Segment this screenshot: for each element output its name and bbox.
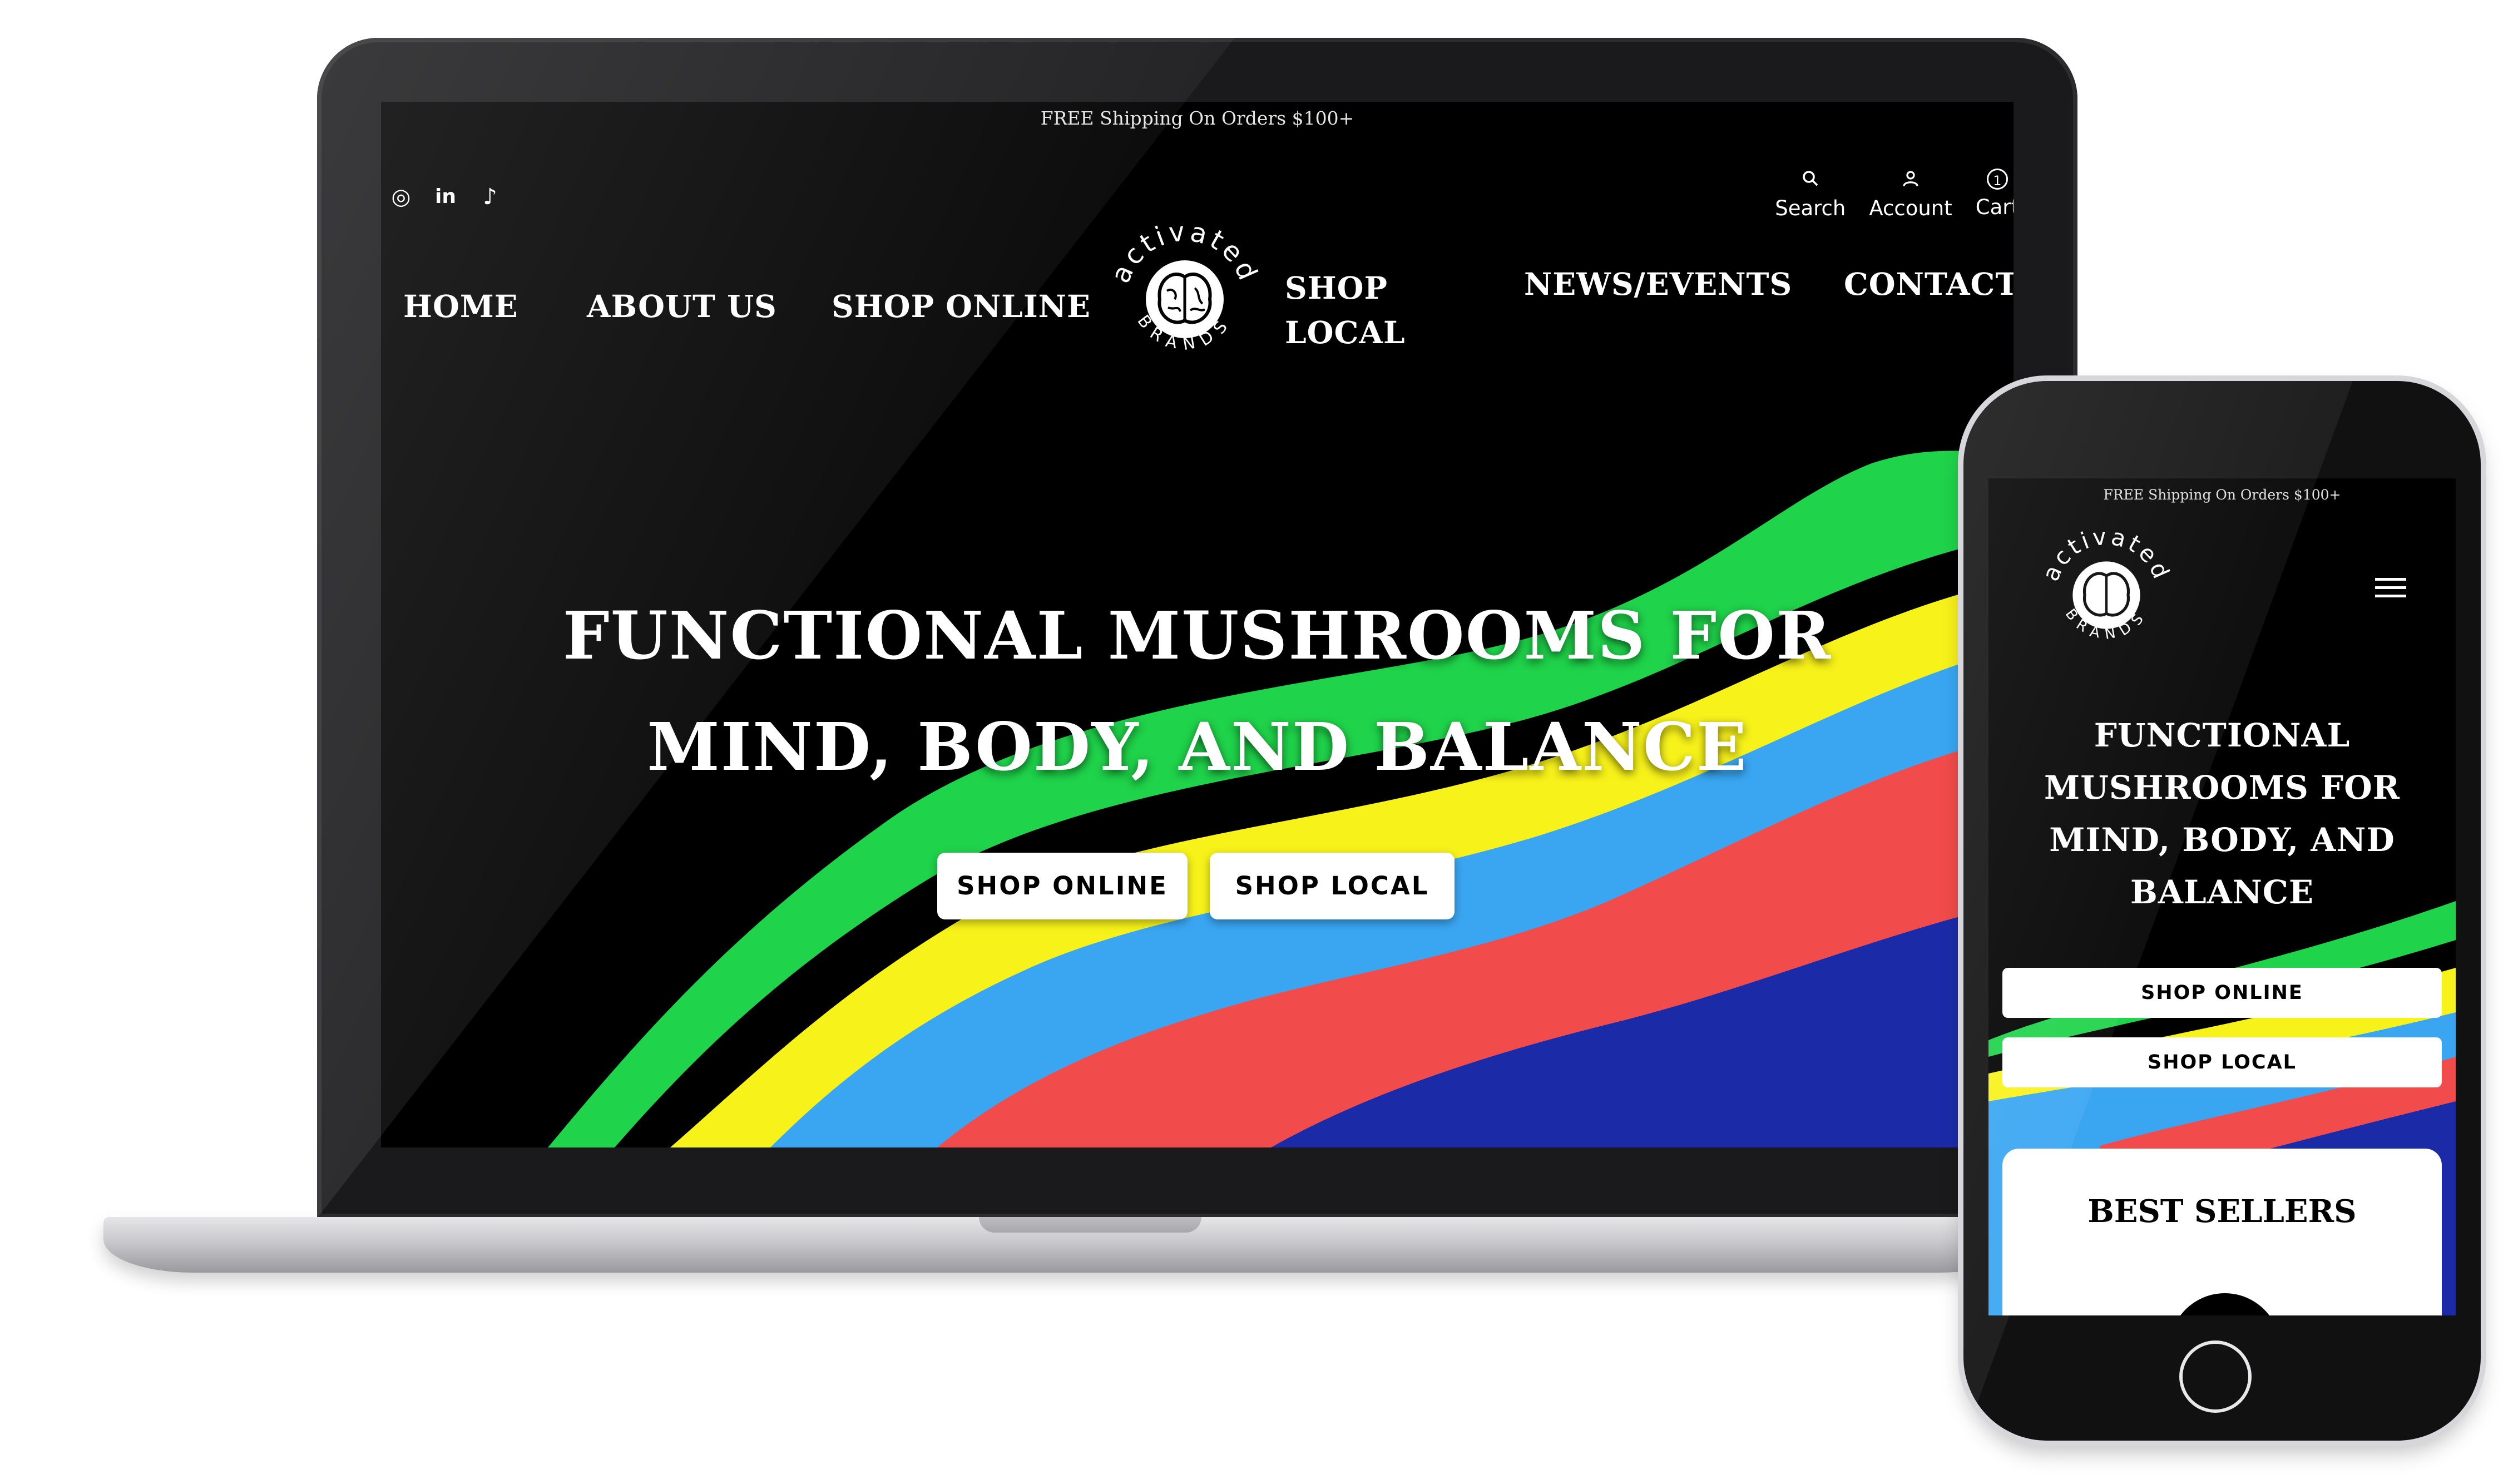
nav-news-events[interactable]: NEWS/EVENTS bbox=[1524, 266, 1792, 302]
mobile-hero-title: FUNCTIONAL MUSHROOMS FOR MIND, BODY, AND… bbox=[1988, 709, 2456, 918]
account-label: Account bbox=[1869, 196, 1952, 220]
cart-link[interactable]: 1 Cart bbox=[1976, 169, 2014, 220]
hero-title: FUNCTIONAL MUSHROOMS FOR MIND, BODY, AND… bbox=[381, 580, 2014, 803]
best-sellers-title: BEST SELLERS bbox=[2087, 1193, 2357, 1230]
laptop-opening-notch bbox=[979, 1217, 1201, 1233]
nav-home[interactable]: HOME bbox=[403, 288, 518, 324]
mobile-shop-local-button[interactable]: SHOP LOCAL bbox=[2002, 1037, 2442, 1087]
social-links: ◎ in ♪ bbox=[389, 185, 502, 209]
mobile-activated-brands-logo[interactable]: activated BRANDS bbox=[2034, 523, 2179, 667]
hero-shop-local-button[interactable]: SHOP LOCAL bbox=[1210, 853, 1455, 919]
nav-about-us[interactable]: ABOUT US bbox=[587, 288, 777, 324]
laptop-device: FREE Shipping On Orders $100+ ◎ in ♪ Sea… bbox=[317, 38, 2077, 1218]
mobile-shop-online-button[interactable]: SHOP ONLINE bbox=[2002, 968, 2442, 1018]
nav-shop-local-line1: SHOP bbox=[1285, 270, 1388, 306]
search-icon bbox=[1802, 171, 1818, 186]
account-icon bbox=[1903, 171, 1918, 187]
phone-home-button[interactable] bbox=[2179, 1340, 2252, 1413]
mobile-announcement-bar: FREE Shipping On Orders $100+ bbox=[2103, 487, 2341, 503]
phone-device: FREE Shipping On Orders $100+ activated … bbox=[1963, 381, 2481, 1441]
linkedin-icon[interactable]: in bbox=[434, 185, 457, 209]
nav-shop-online[interactable]: SHOP ONLINE bbox=[832, 288, 1091, 324]
utility-links: Search Account 1 Cart bbox=[1775, 169, 2014, 220]
hamburger-menu-icon[interactable] bbox=[2375, 576, 2406, 600]
mobile-website-screen: FREE Shipping On Orders $100+ activated … bbox=[1988, 478, 2456, 1315]
cart-label: Cart bbox=[1975, 195, 2014, 219]
mobile-hero-title-line1: FUNCTIONAL bbox=[2094, 716, 2351, 754]
best-sellers-card: BEST SELLERS bbox=[2002, 1149, 2442, 1315]
instagram-icon[interactable]: ◎ bbox=[389, 185, 413, 209]
account-link[interactable]: Account bbox=[1869, 169, 1952, 220]
mobile-hero-title-line4: BALANCE bbox=[2130, 873, 2314, 911]
hero-shop-online-button[interactable]: SHOP ONLINE bbox=[937, 853, 1188, 919]
cart-count-badge: 1 bbox=[1986, 169, 2008, 190]
cart-count: 1 bbox=[1993, 173, 2002, 189]
hero-title-line1: FUNCTIONAL MUSHROOMS FOR bbox=[562, 597, 1832, 674]
nav-shop-local-line2: LOCAL bbox=[1285, 314, 1406, 350]
tiktok-icon[interactable]: ♪ bbox=[478, 185, 502, 209]
activated-brands-logo[interactable]: activated BRANDS bbox=[1101, 216, 1268, 383]
product-logo-thumbnail[interactable] bbox=[2169, 1293, 2280, 1315]
mobile-hero-title-line3: MIND, BODY, AND bbox=[2049, 821, 2395, 859]
mobile-hero-title-line2: MUSHROOMS FOR bbox=[2044, 769, 2400, 807]
nav-shop-local[interactable]: SHOP LOCAL bbox=[1285, 266, 1406, 355]
hero-title-line2: MIND, BODY, AND BALANCE bbox=[647, 708, 1748, 785]
desktop-website-screen: FREE Shipping On Orders $100+ ◎ in ♪ Sea… bbox=[381, 102, 2014, 1147]
nav-contact[interactable]: CONTACT bbox=[1844, 266, 2014, 302]
search-link[interactable]: Search bbox=[1775, 169, 1846, 220]
announcement-bar: FREE Shipping On Orders $100+ bbox=[1040, 107, 1354, 129]
search-label: Search bbox=[1775, 196, 1846, 220]
